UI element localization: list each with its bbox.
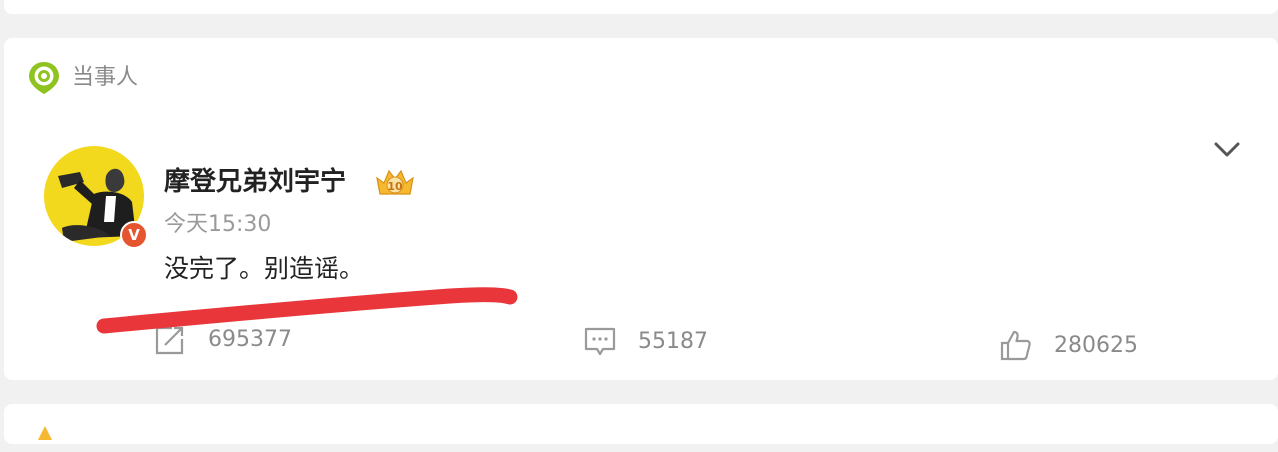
- repost-count: 695377: [208, 327, 292, 352]
- location-pin-icon: [29, 62, 59, 94]
- post-text: 没完了。别造谣。: [164, 254, 365, 283]
- next-card: [4, 404, 1278, 444]
- chevron-down-icon[interactable]: [1212, 138, 1242, 162]
- repost-icon: [155, 326, 184, 355]
- post-card: 当事人 V 摩登兄弟刘宇宁 10 今天15:30 没完了。别造谣。 695377: [4, 38, 1278, 380]
- comment-icon: [584, 327, 616, 356]
- section-header: 当事人: [26, 60, 138, 96]
- next-section-icon: [38, 426, 52, 440]
- level-badge-text: 10: [387, 180, 403, 193]
- section-title: 当事人: [72, 65, 139, 90]
- level-crown-icon[interactable]: 10: [374, 166, 416, 200]
- post-timestamp: 今天15:30: [164, 212, 272, 237]
- username[interactable]: 摩登兄弟刘宇宁: [164, 162, 346, 202]
- comment-count: 55187: [638, 329, 708, 354]
- repost-button[interactable]: 695377: [152, 322, 292, 358]
- like-count: 280625: [1054, 333, 1138, 358]
- verified-badge: V: [120, 221, 148, 249]
- comment-button[interactable]: 55187: [582, 324, 708, 360]
- previous-card: [4, 0, 1278, 14]
- like-button[interactable]: 280625: [998, 328, 1138, 364]
- thumbs-up-icon: [1000, 330, 1031, 361]
